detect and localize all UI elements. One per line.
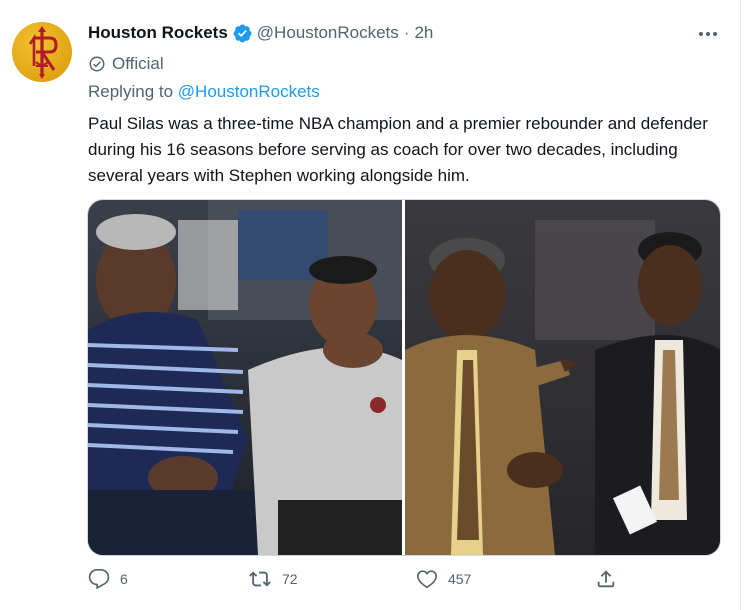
replying-prefix: Replying to xyxy=(88,82,174,101)
share-icon xyxy=(597,570,615,588)
photo-courtside-image xyxy=(88,200,402,555)
separator-dot: · xyxy=(403,23,410,42)
official-label: Official xyxy=(88,52,164,76)
avatar[interactable] xyxy=(12,22,72,82)
official-text: Official xyxy=(112,54,164,73)
tweet-text: Paul Silas was a three-time NBA champion… xyxy=(88,114,708,185)
more-dot-icon xyxy=(706,32,710,36)
verified-badge-icon xyxy=(233,24,252,42)
retweet-icon xyxy=(249,571,271,587)
reply-count: 6 xyxy=(120,571,128,587)
like-count: 457 xyxy=(448,571,472,587)
tweet-actions: 6 72 457 xyxy=(88,568,728,598)
tweet-header: Houston Rockets @HoustonRockets · 2h xyxy=(88,21,433,45)
like-button[interactable]: 457 xyxy=(416,568,471,590)
share-button[interactable] xyxy=(595,568,627,590)
author-handle[interactable]: @HoustonRockets xyxy=(257,23,399,43)
replying-to-link[interactable]: @HoustonRockets xyxy=(178,82,320,101)
reply-button[interactable]: 6 xyxy=(88,568,128,590)
reply-icon xyxy=(88,569,110,590)
more-dot-icon xyxy=(699,32,703,36)
tweet-card: Houston Rockets @HoustonRockets · 2h Off… xyxy=(0,0,741,610)
official-check-icon xyxy=(89,56,105,72)
photo-paul-silas-courtside[interactable] xyxy=(88,200,403,555)
timestamp[interactable]: 2h xyxy=(414,23,433,43)
more-options-button[interactable] xyxy=(695,24,721,44)
retweet-count: 72 xyxy=(282,571,298,587)
photo-paul-silas-coaching[interactable] xyxy=(405,200,720,555)
more-dot-icon xyxy=(713,32,717,36)
media-grid xyxy=(87,199,721,556)
rockets-logo-icon xyxy=(28,26,58,79)
heart-icon xyxy=(417,570,437,589)
retweet-button[interactable]: 72 xyxy=(248,568,298,590)
author-name[interactable]: Houston Rockets xyxy=(88,23,228,43)
photo-coaching-image xyxy=(405,200,720,555)
replying-to: Replying to @HoustonRockets xyxy=(88,82,320,102)
